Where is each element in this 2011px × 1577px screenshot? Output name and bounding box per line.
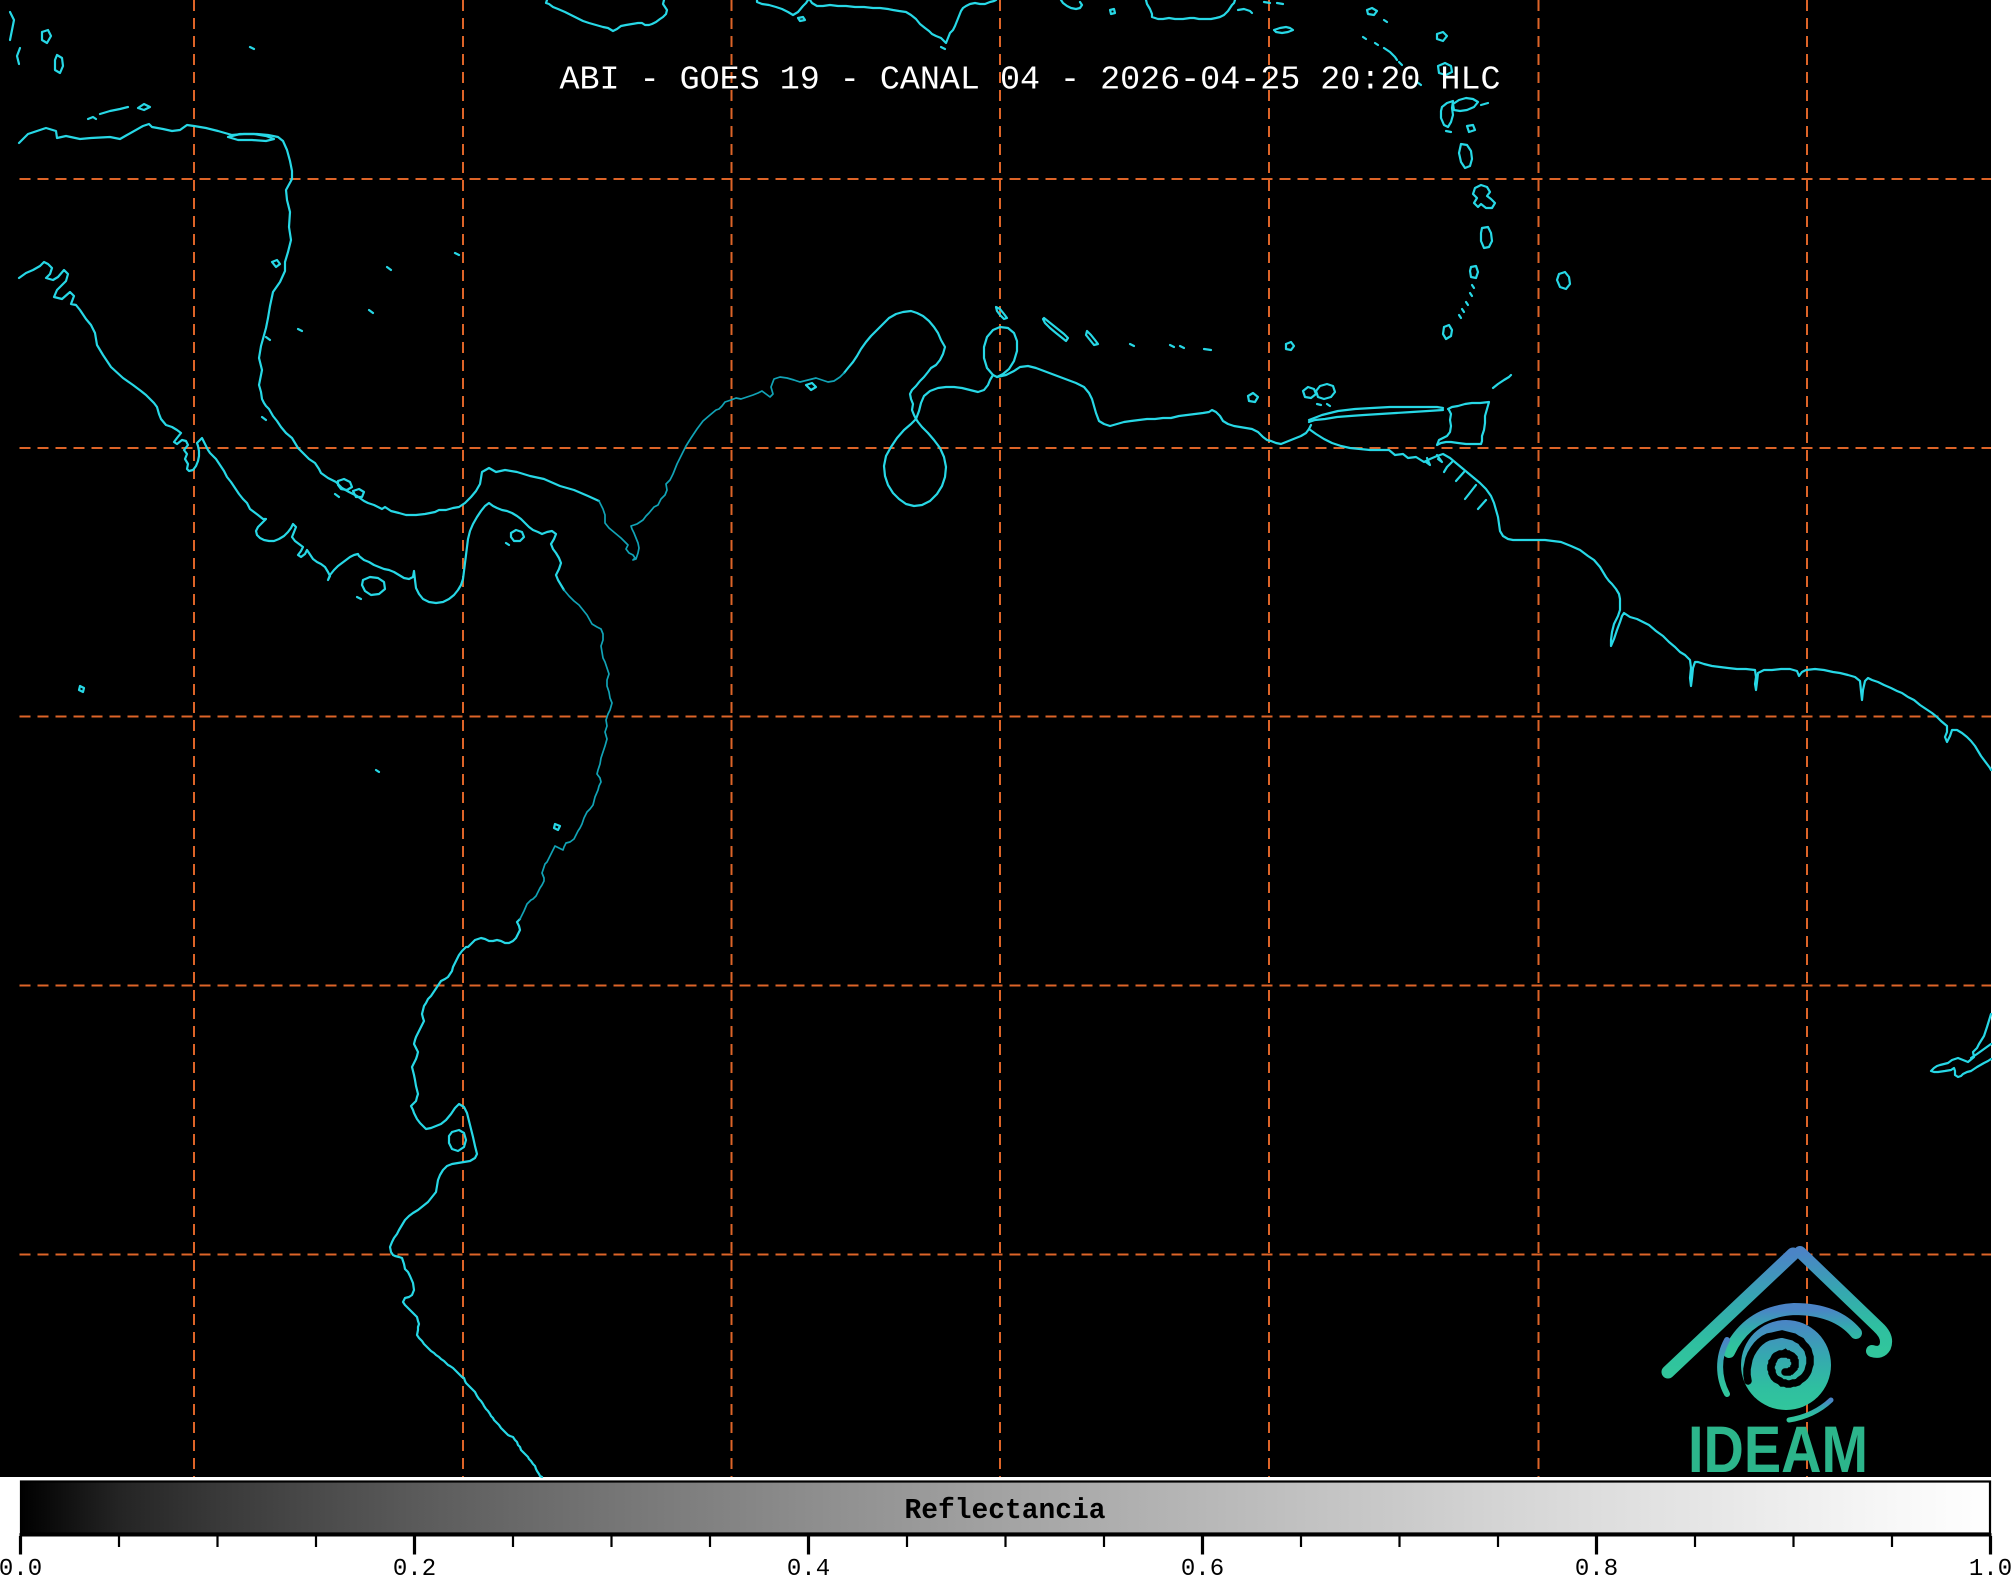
svg-text:0.8: 0.8 xyxy=(1575,1556,1618,1577)
svg-text:0.0: 0.0 xyxy=(0,1556,42,1577)
svg-text:0.4: 0.4 xyxy=(787,1556,830,1577)
svg-text:ABI - GOES 19 - CANAL 04 - 202: ABI - GOES 19 - CANAL 04 - 2026-04-25 20… xyxy=(560,62,1501,100)
svg-text:0.2: 0.2 xyxy=(393,1556,436,1577)
svg-text:1.0: 1.0 xyxy=(1969,1556,2011,1577)
svg-text:IDEAM: IDEAM xyxy=(1688,1412,1868,1486)
svg-text:0.6: 0.6 xyxy=(1181,1556,1224,1577)
svg-text:Reflectancia: Reflectancia xyxy=(905,1494,1106,1527)
